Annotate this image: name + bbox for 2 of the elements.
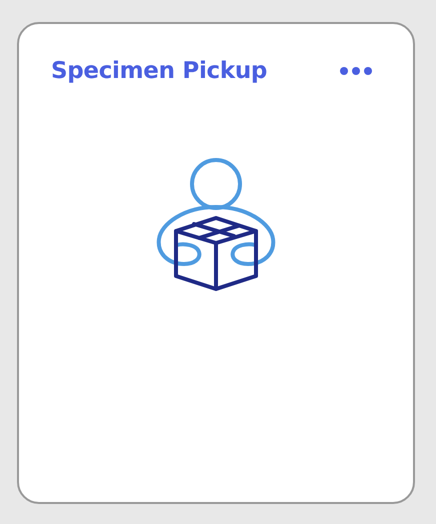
more-icon[interactable]: [339, 66, 373, 76]
card-title: Specimen Pickup: [51, 58, 268, 84]
